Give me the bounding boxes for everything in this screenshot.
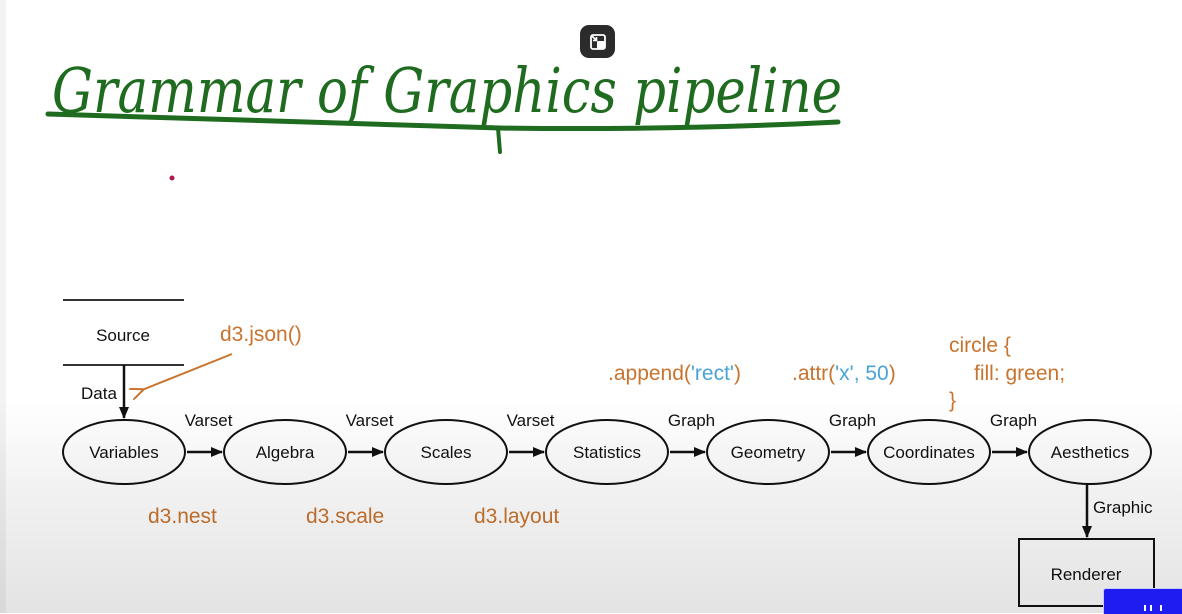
code-below-2: d3.scale xyxy=(306,505,384,528)
exit-fullscreen-icon xyxy=(589,33,606,50)
corner-control-button[interactable] xyxy=(1103,588,1182,614)
code-attr: .attr('x', 50) xyxy=(792,362,896,385)
slide-canvas: Grammar of Graphics pipeline Source Data… xyxy=(45,54,1155,607)
source-store: Source xyxy=(63,299,184,366)
node-geometry-label: Geometry xyxy=(731,443,806,462)
node-statistics-label: Statistics xyxy=(573,443,641,462)
code-css-body: fill: green; xyxy=(974,362,1065,385)
code-below-3: d3.layout xyxy=(474,505,559,528)
edge-label: Varset xyxy=(346,411,394,430)
code-append: .append('rect') xyxy=(608,362,741,385)
node-coordinates-label: Coordinates xyxy=(883,443,975,462)
edge-label: Graph xyxy=(990,411,1037,430)
pipeline: Variables Algebra Scales Statistics Geometry… xyxy=(62,411,1152,485)
node-scales-label: Scales xyxy=(420,443,471,462)
graphic-label: Graphic xyxy=(1093,498,1153,517)
title-group: Grammar of Graphics pipeline xyxy=(45,54,842,154)
annotation-arrow xyxy=(142,353,233,390)
node-aesthetics-label: Aesthetics xyxy=(1051,443,1129,462)
edge-label: Varset xyxy=(507,411,555,430)
underline-tick xyxy=(496,126,502,154)
source-label: Source xyxy=(96,326,150,345)
renderer-label: Renderer xyxy=(1051,565,1122,584)
code-below-1: d3.nest xyxy=(148,505,217,528)
grip-icon xyxy=(1144,605,1162,611)
red-dot xyxy=(169,175,175,181)
edge-label: Graph xyxy=(829,411,876,430)
node-variables-label: Variables xyxy=(89,443,159,462)
annotation-d3-json: d3.json() xyxy=(220,323,302,346)
node-algebra-label: Algebra xyxy=(256,443,315,462)
edge-label: Varset xyxy=(185,411,233,430)
code-css-close: } xyxy=(949,389,956,412)
data-label: Data xyxy=(81,384,117,403)
code-css-open: circle { xyxy=(949,334,1011,357)
exit-fullscreen-button[interactable] xyxy=(580,25,615,58)
edge-label: Graph xyxy=(668,411,715,430)
